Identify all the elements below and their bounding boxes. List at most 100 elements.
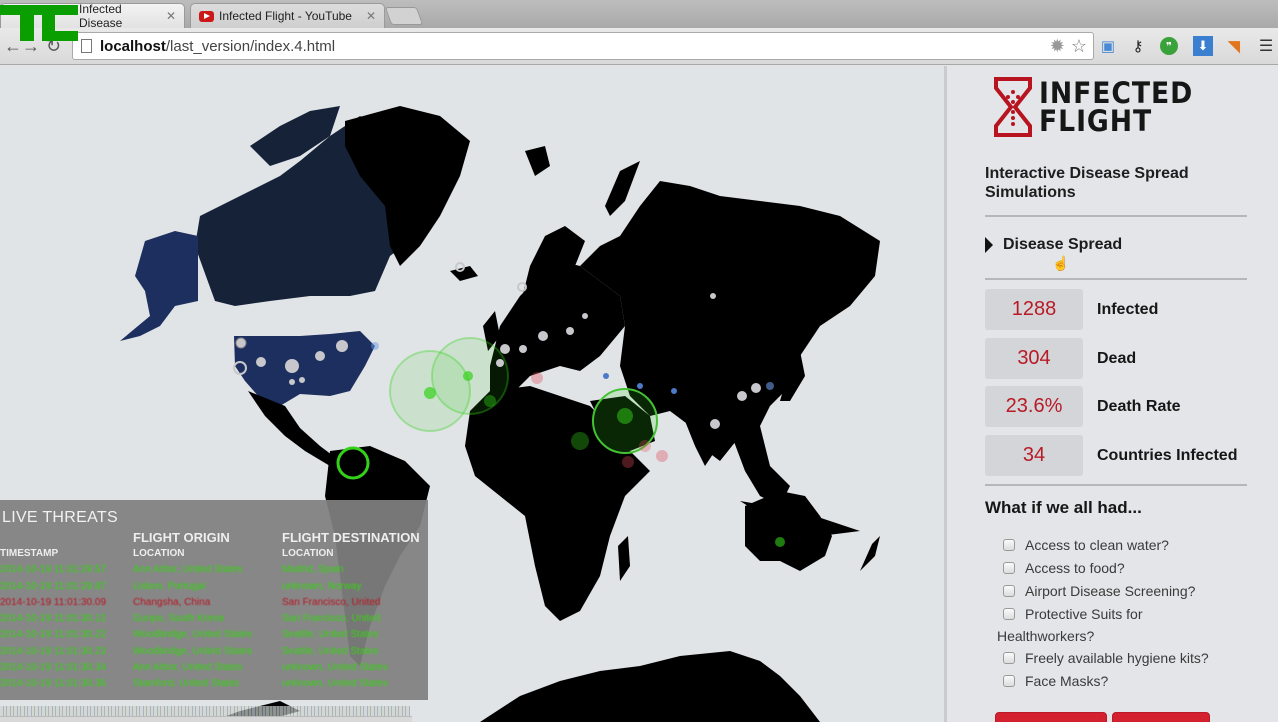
- option-label-continued: Healthworkers?: [997, 628, 1095, 644]
- divider: [985, 484, 1247, 486]
- threat-row: 2014-10-19 11:01:30.23 Woodbridge, Unite…: [0, 644, 428, 661]
- airport-marker: [336, 340, 348, 352]
- option-label: Airport Disease Screening?: [1025, 583, 1196, 599]
- logo-line-1: INFECTED: [1039, 76, 1194, 110]
- download-icon[interactable]: ⬇: [1193, 36, 1213, 56]
- flight-origin-header: FLIGHT ORIGIN: [133, 530, 230, 545]
- airport-marker: [710, 293, 716, 299]
- logo-line-2: FLIGHT: [1039, 104, 1153, 138]
- youtube-icon: [199, 10, 214, 22]
- checkbox[interactable]: [1003, 652, 1015, 664]
- infected-flight-logo: INFECTED FLIGHT: [993, 76, 1207, 138]
- option-face-masks[interactable]: Face Masks?: [997, 672, 1247, 695]
- hourglass-icon: [994, 77, 1032, 137]
- horizontal-scrollbar[interactable]: [0, 716, 412, 722]
- address-host: localhost: [100, 37, 166, 55]
- option-airport-screening[interactable]: Airport Disease Screening?: [997, 582, 1247, 605]
- sidebar: INFECTED FLIGHT Interactive Disease Spre…: [944, 66, 1278, 722]
- start-button[interactable]: [995, 712, 1107, 722]
- settings-gear-icon[interactable]: ✹: [1050, 36, 1065, 57]
- threat-timestamp: 2014-10-19 11:01:29.87: [0, 581, 107, 592]
- antarctica: [480, 651, 820, 722]
- threat-destination: Seattle, United States: [282, 629, 379, 640]
- airport-marker: [315, 351, 325, 361]
- option-clean-water[interactable]: Access to clean water?: [997, 536, 1247, 559]
- stat-value: 23.6%: [985, 386, 1083, 427]
- option-label: Access to clean water?: [1025, 537, 1169, 553]
- threat-timestamp: 2014-10-19 11:01:30.23: [0, 646, 107, 657]
- stat-label: Death Rate: [1097, 397, 1181, 415]
- airport-marker: [235, 337, 247, 349]
- threat-row: 2014-10-19 11:01:30.36 Stamford, United …: [0, 676, 428, 693]
- timestamp-header: TIMESTAMP: [0, 548, 59, 559]
- infection-point: [617, 408, 633, 424]
- option-hygiene-kits[interactable]: Freely available hygiene kits?: [997, 649, 1247, 672]
- checkbox[interactable]: [1003, 675, 1015, 687]
- folder-icon[interactable]: ▣: [1098, 36, 1118, 56]
- novaya-zemlya: [605, 161, 640, 216]
- option-food[interactable]: Access to food?: [997, 559, 1247, 582]
- stat-infected: 1288 Infected: [985, 289, 1245, 330]
- threat-row: 2014-10-19 11:01:30.22 Woodbridge, Unite…: [0, 627, 428, 644]
- stat-value: 34: [985, 435, 1083, 476]
- continent-australia: [745, 491, 832, 571]
- checkbox[interactable]: [1003, 562, 1015, 574]
- menu-icon[interactable]: ☰: [1256, 36, 1276, 56]
- logo-text: INFECTED FLIGHT: [1039, 76, 1194, 138]
- hand-cursor-icon: ☝: [1052, 255, 1070, 271]
- address-path: /last_version/index.4.html: [165, 37, 336, 55]
- bookmark-star-icon[interactable]: ☆: [1071, 36, 1087, 57]
- threat-origin: Woodbridge, United States: [133, 646, 253, 657]
- red-point: [639, 440, 651, 452]
- destination-location-header: LOCATION: [282, 548, 334, 559]
- airport-marker: [566, 327, 574, 335]
- new-tab-button[interactable]: [384, 7, 424, 25]
- timeline-strip: [0, 706, 410, 716]
- what-if-heading: What if we all had...: [985, 498, 1142, 517]
- threat-timestamp: 2014-10-19 11:01:30.12: [0, 613, 107, 624]
- key-icon[interactable]: ⚷: [1128, 36, 1148, 56]
- stat-value: 1288: [985, 289, 1083, 330]
- option-label: Access to food?: [1025, 560, 1125, 576]
- threat-destination: unknown, Norway: [282, 581, 362, 592]
- airport-marker: [496, 359, 504, 367]
- address-bar[interactable]: localhost /last_version/index.4.html ✹ ☆: [72, 32, 1094, 60]
- option-protective-suits[interactable]: Protective Suits for Healthworkers?: [997, 605, 1247, 649]
- threat-destination: Seattle, United States: [282, 646, 379, 657]
- option-label: Face Masks?: [1025, 673, 1109, 689]
- disease-spread-toggle[interactable]: Disease Spread: [985, 236, 1122, 254]
- infection-point: [571, 432, 589, 450]
- threat-row: 2014-10-19 11:01:29.57 Ann Arbor, United…: [0, 562, 428, 579]
- flight-point: [603, 373, 609, 379]
- hangouts-icon[interactable]: ❞: [1160, 37, 1178, 55]
- threat-origin: Stamford, United States: [133, 678, 240, 689]
- rss-icon[interactable]: ◥: [1224, 36, 1244, 56]
- tab-label: Infected Flight - YouTube: [219, 9, 352, 23]
- airport-marker: [710, 419, 720, 429]
- airport-marker: [538, 331, 548, 341]
- stat-dead: 304 Dead: [985, 338, 1245, 379]
- close-tab-icon[interactable]: ✕: [166, 9, 176, 23]
- checkbox[interactable]: [1003, 585, 1015, 597]
- threat-origin: Woodbridge, United States: [133, 629, 253, 640]
- threat-destination: San Francisco, United: [282, 613, 381, 624]
- live-threats-panel: LIVE THREATS FLIGHT ORIGIN FLIGHT DESTIN…: [0, 500, 428, 700]
- checkbox[interactable]: [1003, 539, 1015, 551]
- section-label: Disease Spread: [1003, 236, 1123, 253]
- option-label: Freely available hygiene kits?: [1025, 650, 1209, 666]
- airport-marker: [751, 383, 761, 393]
- origin-location-header: LOCATION: [133, 548, 185, 559]
- threat-destination: Madrid, Spain: [282, 564, 344, 575]
- country-alaska: [120, 231, 198, 341]
- threat-row: 2014-10-19 11:01:29.87 Lisbon, Portugal …: [0, 579, 428, 596]
- threat-timestamp: 2014-10-19 11:01:30.22: [0, 629, 107, 640]
- threat-destination: San Francisco, United: [282, 597, 381, 608]
- threat-origin: Lisbon, Portugal: [133, 581, 206, 592]
- threat-timestamp: 2014-10-19 11:01:30.36: [0, 678, 107, 689]
- expand-triangle-icon: [985, 237, 993, 253]
- checkbox[interactable]: [1003, 608, 1015, 620]
- close-tab-icon[interactable]: ✕: [366, 9, 376, 23]
- airport-marker: [582, 313, 588, 319]
- reset-button[interactable]: [1112, 712, 1210, 722]
- tab-youtube[interactable]: Infected Flight - YouTube ✕: [190, 3, 385, 28]
